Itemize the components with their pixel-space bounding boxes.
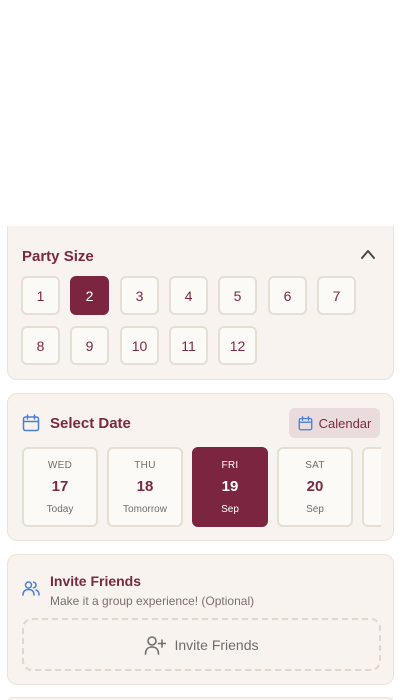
date-scroller[interactable]: WED 17 Today THU 18 Tomorrow FRI 19 Sep … <box>22 447 381 528</box>
party-size-card: Party Size 1 2 3 4 5 6 7 8 9 10 11 12 <box>7 226 394 380</box>
select-date-title: Select Date <box>50 415 131 432</box>
date-option[interactable]: WED 17 Today <box>22 447 98 527</box>
invite-friends-card: Invite Friends Make it a group experienc… <box>7 554 394 685</box>
party-size-option-2[interactable]: 2 <box>70 276 109 315</box>
party-size-option-10[interactable]: 10 <box>120 326 159 365</box>
date-subtitle: Sep <box>221 504 239 515</box>
calendar-button-label: Calendar <box>318 415 372 431</box>
date-option[interactable]: SAT 20 Sep <box>277 447 353 527</box>
date-weekday: THU <box>134 460 156 471</box>
party-size-option-4[interactable]: 4 <box>169 276 208 315</box>
invite-friends-title: Invite Friends <box>50 573 142 589</box>
date-weekday: FRI <box>221 460 239 471</box>
calendar-button[interactable]: Calendar <box>289 408 380 438</box>
party-size-option-12[interactable]: 12 <box>218 326 257 365</box>
date-day-number: 18 <box>136 478 154 495</box>
party-size-option-5[interactable]: 5 <box>218 276 257 315</box>
party-size-option-8[interactable]: 8 <box>21 326 60 365</box>
date-subtitle: Sep <box>306 504 324 515</box>
invite-friends-button[interactable]: Invite Friends <box>22 618 381 671</box>
date-weekday: WED <box>47 460 73 471</box>
date-option[interactable]: THU 18 Tomorrow <box>107 447 183 527</box>
date-option-partial[interactable] <box>362 447 381 527</box>
select-date-card: Select Date Calendar WED 17 Today THU 18… <box>7 393 394 541</box>
date-day-number: 19 <box>221 478 239 495</box>
date-weekday: SAT <box>305 460 325 471</box>
party-size-option-6[interactable]: 6 <box>268 276 307 315</box>
party-size-option-7[interactable]: 7 <box>317 276 356 315</box>
party-size-option-11[interactable]: 11 <box>169 326 208 365</box>
party-size-option-1[interactable]: 1 <box>21 276 60 315</box>
chevron-up-icon[interactable] <box>360 248 376 260</box>
invite-friends-subtitle: Make it a group experience! (Optional) <box>50 594 255 608</box>
users-icon <box>22 581 40 596</box>
date-day-number: 17 <box>51 478 69 495</box>
user-plus-icon <box>145 635 167 655</box>
calendar-icon <box>22 414 40 432</box>
invite-friends-button-label: Invite Friends <box>174 636 259 653</box>
date-day-number: 20 <box>306 478 324 495</box>
date-subtitle: Today <box>46 504 74 515</box>
party-size-option-9[interactable]: 9 <box>70 326 109 365</box>
date-option-selected[interactable]: FRI 19 Sep <box>192 447 268 527</box>
party-size-option-3[interactable]: 3 <box>120 276 159 315</box>
calendar-icon <box>298 415 313 430</box>
party-size-title: Party Size <box>22 248 94 265</box>
date-subtitle: Tomorrow <box>123 504 167 515</box>
